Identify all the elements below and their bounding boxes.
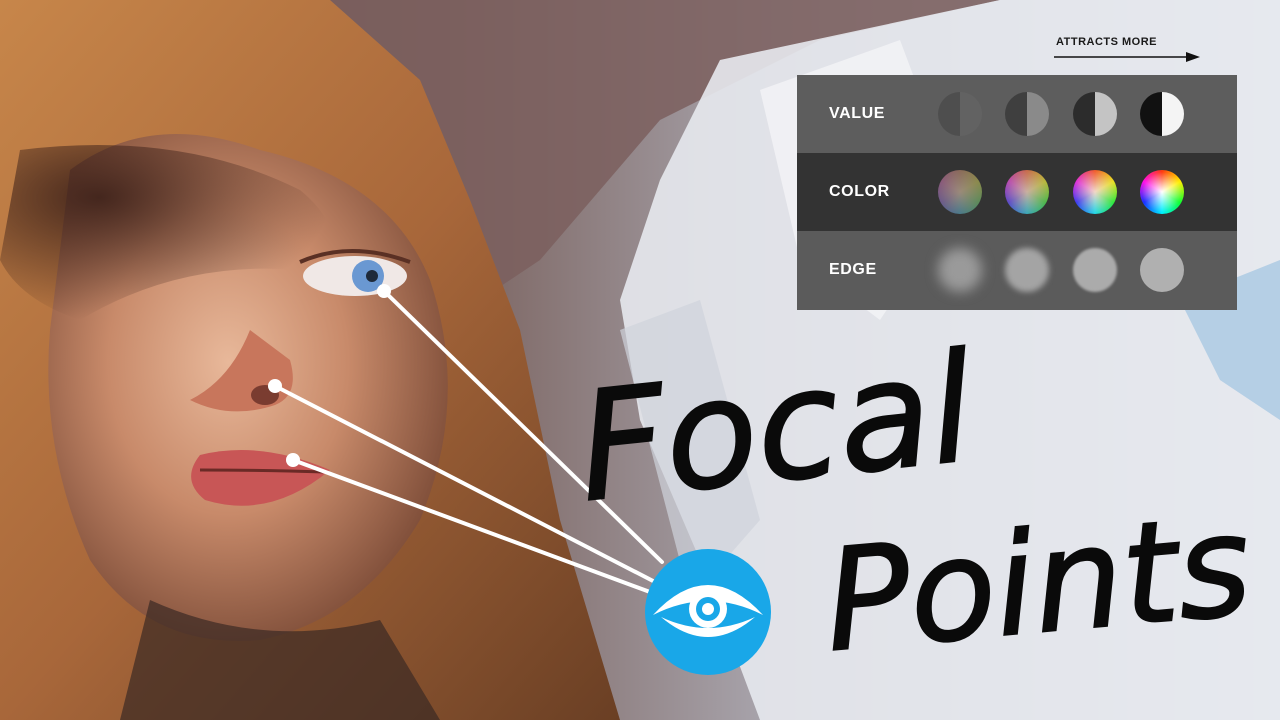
focal-dots: [268, 284, 391, 467]
title-line-2: Points: [819, 484, 1257, 683]
focal-dot-nose: [268, 379, 282, 393]
focal-dot-mouth: [286, 453, 300, 467]
title-line-1: Focal: [571, 322, 981, 536]
focal-overlay: Focal Points: [268, 284, 1258, 685]
focal-dot-eye: [377, 284, 391, 298]
eye-icon: [645, 549, 771, 675]
